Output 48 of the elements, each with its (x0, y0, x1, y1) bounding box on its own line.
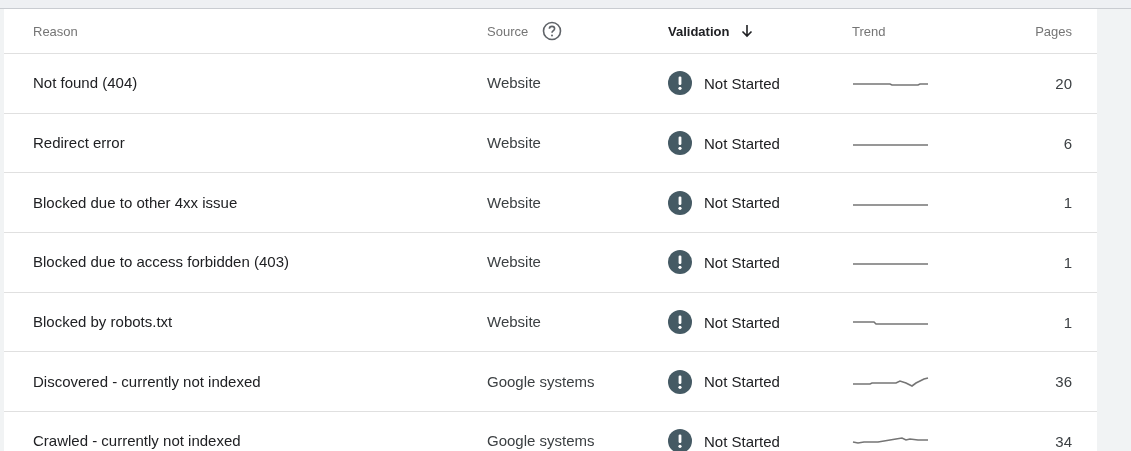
source-text: Google systems (487, 432, 595, 450)
pages-count: 1 (1063, 313, 1072, 331)
status-text: Not Started (704, 373, 780, 391)
status-text: Not Started (704, 194, 780, 212)
status-text: Not Started (704, 432, 780, 450)
exclamation-icon (668, 250, 692, 275)
reason-text: Not found (404) (33, 74, 138, 92)
exclamation-icon (668, 71, 692, 96)
reason-text: Redirect error (33, 134, 125, 152)
table-row[interactable]: Blocked due to other 4xx issue Website Not Started 1 (4, 173, 1097, 234)
reason-text: Blocked due to other 4xx issue (33, 193, 238, 211)
pages-count: 1 (1063, 194, 1072, 212)
source-text: Website (487, 134, 541, 152)
table-row[interactable]: Crawled - currently not indexed Google systems Not Started 34 (4, 412, 1097, 451)
pages-count: 1 (1063, 253, 1072, 271)
table-row[interactable]: Blocked due to access forbidden (403) Website Not Started 1 (4, 233, 1097, 293)
reason-text: Crawled - currently not indexed (33, 432, 241, 450)
column-header[interactable]: Source (487, 23, 529, 39)
status-text: Not Started (704, 134, 780, 152)
reason-text: Blocked due to access forbidden (403) (33, 253, 289, 271)
table-row[interactable]: Not found (404) Website Not Started 20 (4, 54, 1097, 114)
status-text: Not Started (704, 313, 780, 331)
table-row[interactable]: Blocked by robots.txt Website Not Started 1 (4, 292, 1097, 353)
help-icon[interactable] (542, 21, 563, 41)
source-text: Google systems (487, 372, 595, 390)
table-row[interactable]: Discovered - currently not indexed Google systems Not Started 36 (4, 352, 1097, 413)
exclamation-icon (668, 190, 692, 215)
source-text: Website (487, 313, 541, 331)
source-text: Website (487, 193, 541, 211)
pages-count: 20 (1055, 74, 1072, 92)
column-header[interactable]: Reason (33, 23, 78, 39)
column-header[interactable]: Validation (668, 23, 730, 39)
pages-count: 36 (1055, 373, 1072, 391)
pages-count: 6 (1063, 134, 1072, 152)
sort-arrow-icon[interactable] (741, 24, 754, 38)
source-text: Website (487, 74, 541, 92)
column-header[interactable]: Trend (852, 23, 886, 39)
exclamation-icon (668, 310, 692, 335)
column-header[interactable]: Pages (1035, 23, 1072, 39)
source-text: Website (487, 253, 541, 271)
table-row[interactable]: Redirect error Website Not Started 6 (4, 113, 1097, 174)
pages-count: 34 (1055, 432, 1072, 450)
exclamation-icon (668, 131, 692, 156)
reason-text: Blocked by robots.txt (33, 313, 173, 331)
exclamation-icon (668, 369, 692, 394)
status-text: Not Started (704, 74, 780, 92)
reason-text: Discovered - currently not indexed (33, 372, 261, 390)
status-text: Not Started (704, 253, 780, 271)
